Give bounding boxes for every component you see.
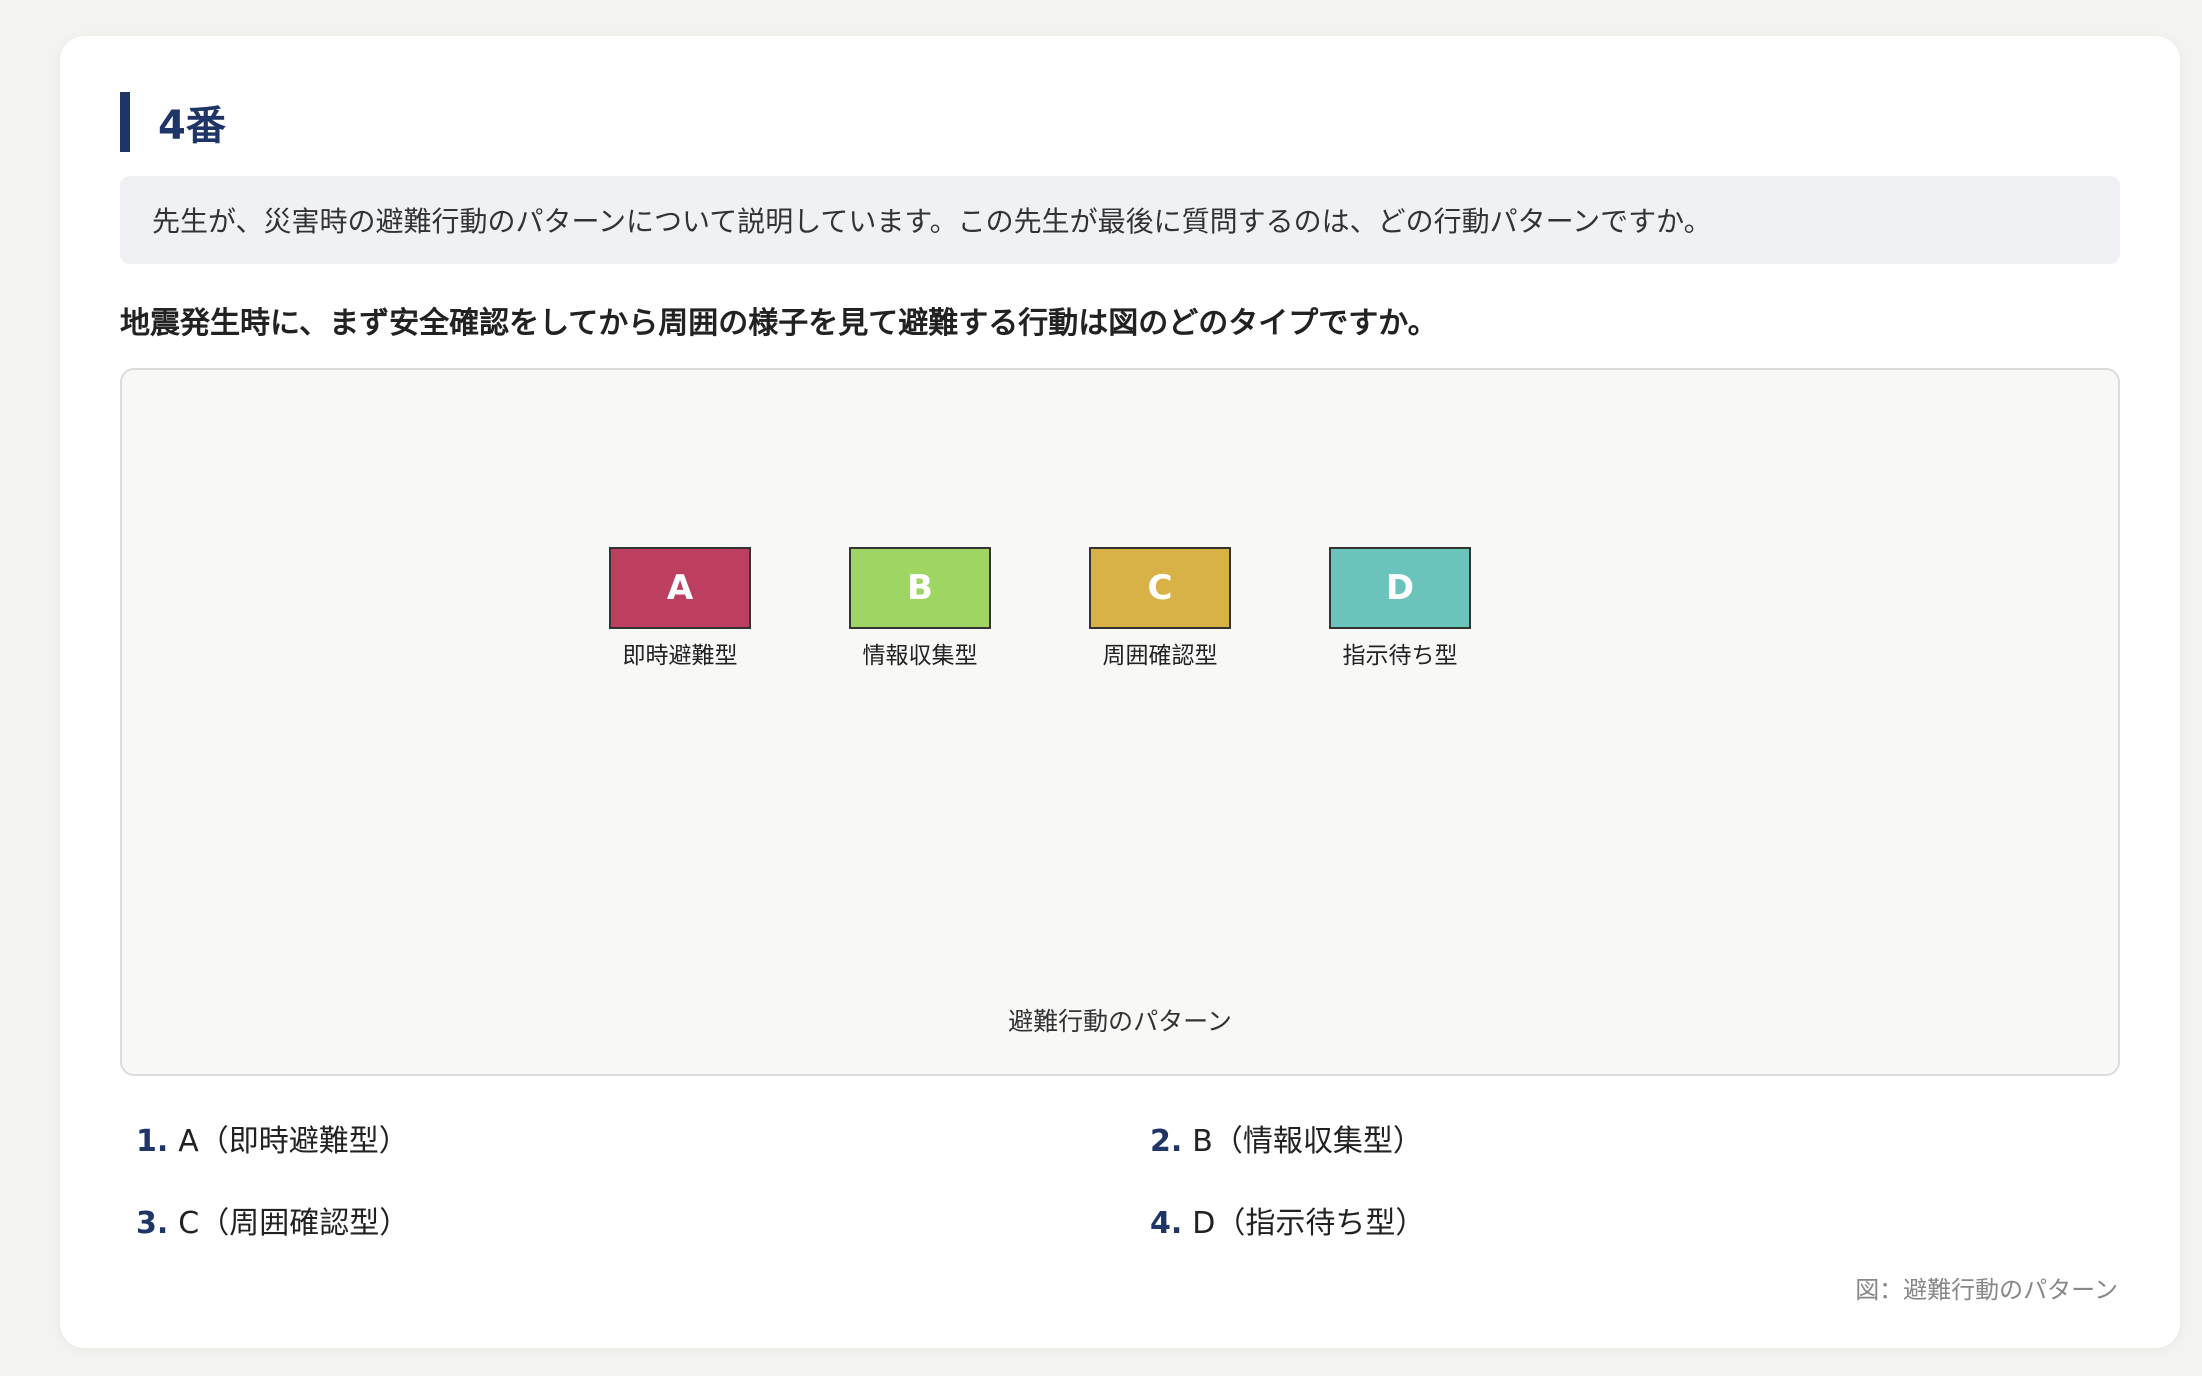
pattern-label-d: 指示待ち型 — [1342, 643, 1458, 669]
pattern-box-c: C — [1089, 547, 1231, 629]
answer-option-4[interactable]: 4. D（指示待ち型） — [1150, 1198, 1425, 1242]
option-text: A（即時避難型） — [178, 1124, 409, 1159]
answer-option-2[interactable]: 2. B（情報収集型） — [1150, 1116, 1423, 1160]
pattern-box-b: B — [849, 547, 991, 629]
pattern-letter-a: A — [666, 568, 694, 608]
figure-caption: 図：避難行動のパターン — [1855, 1276, 2118, 1304]
question-card: 4番 先生が、災害時の避難行動のパターンについて説明しています。この先生が最後に… — [60, 36, 2180, 1348]
question-text: 地震発生時に、まず安全確認をしてから周囲の様子を見て避難する行動は図のどのタイプ… — [120, 306, 1438, 341]
pattern-letter-b: B — [907, 568, 933, 608]
answer-option-3[interactable]: 3. C（周囲確認型） — [136, 1198, 409, 1242]
instruction-box: 先生が、災害時の避難行動のパターンについて説明しています。この先生が最後に質問す… — [120, 176, 2120, 264]
option-text: D（指示待ち型） — [1192, 1206, 1426, 1241]
pattern-letter-d: D — [1385, 568, 1415, 608]
pattern-label-b: 情報収集型 — [862, 643, 978, 669]
pattern-letter-c: C — [1147, 568, 1173, 608]
option-number: 2. — [1150, 1124, 1183, 1159]
instruction-text: 先生が、災害時の避難行動のパターンについて説明しています。この先生が最後に質問す… — [152, 205, 1712, 238]
option-number: 1. — [136, 1124, 169, 1159]
option-text: C（周囲確認型） — [178, 1206, 410, 1241]
pattern-label-a: 即時避難型 — [622, 643, 738, 669]
figure-title: 避難行動のパターン — [1008, 1007, 1232, 1036]
answer-option-1[interactable]: 1. A（即時避難型） — [136, 1116, 409, 1160]
pattern-box-a: A — [609, 547, 751, 629]
pattern-label-c: 周囲確認型 — [1102, 643, 1218, 669]
option-number: 3. — [136, 1206, 169, 1241]
option-number: 4. — [1150, 1206, 1183, 1241]
option-text: B（情報収集型） — [1192, 1124, 1423, 1159]
figure-panel: A 即時避難型 B 情報収集型 C 周囲確認型 D 指示待ち型 避難行動のパター… — [120, 368, 2120, 1076]
question-number-heading: 4番 — [120, 92, 226, 152]
pattern-box-d: D — [1329, 547, 1471, 629]
